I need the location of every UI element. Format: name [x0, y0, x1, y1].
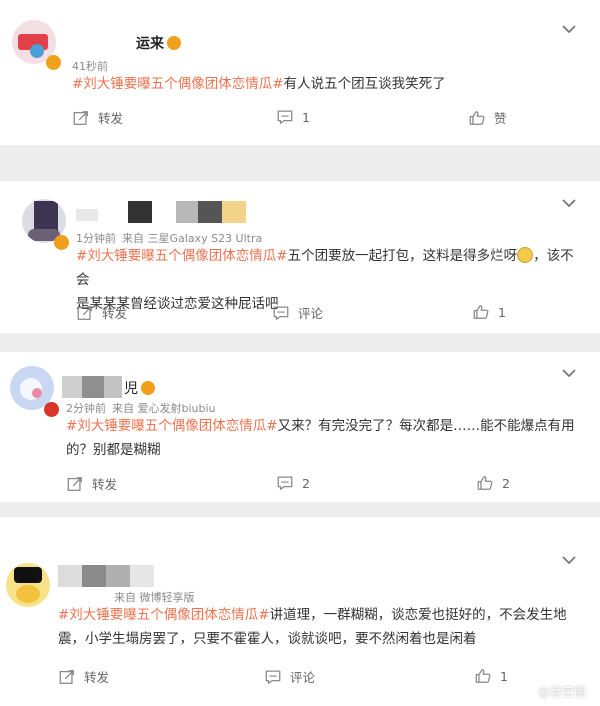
comment-text: #刘大锤要曝五个偶像团体恋情瓜#又来？有完没完了？每次都是……能不能爆点有用 的… — [66, 418, 575, 458]
like-icon — [472, 303, 490, 321]
like-button[interactable]: 赞 — [468, 108, 507, 127]
verified-badge-icon — [44, 402, 59, 417]
repost-button[interactable]: 转发 — [72, 108, 123, 127]
chevron-down-icon[interactable] — [560, 22, 578, 36]
comment-button[interactable]: 1 — [276, 108, 310, 126]
repost-button[interactable]: 转发 — [58, 667, 109, 686]
topic-link[interactable]: #刘大锤要曝五个偶像团体恋情瓜# — [58, 607, 270, 623]
vip-icon — [167, 36, 181, 50]
comment-card: 1分钟前 来自 三星Galaxy S23 Ultra #刘大锤要曝五个偶像团体恋情… — [0, 181, 600, 333]
watermark: @慧空丽 — [519, 683, 586, 700]
chevron-down-icon[interactable] — [560, 196, 578, 210]
comment-icon — [272, 304, 290, 322]
blurred-username — [76, 201, 246, 223]
topic-link[interactable]: #刘大锤要曝五个偶像团体恋情瓜# — [66, 418, 278, 434]
comment-card: 児 2分钟前 来自 爱心发射biubiu #刘大锤要曝五个偶像团体恋情瓜#又来？有… — [0, 352, 600, 502]
comment-card: 运来 41秒前 #刘大锤要曝五个偶像团体恋情瓜#有人说五个团互谈我笑死了 转发 … — [0, 0, 600, 145]
avatar[interactable] — [6, 563, 50, 607]
like-button[interactable]: 2 — [476, 474, 510, 492]
comment-button[interactable]: 评论 — [272, 303, 323, 322]
watermark-logo-icon — [519, 684, 534, 699]
repost-icon — [58, 668, 76, 686]
comment-card: 来自 微博轻享版 #刘大锤要曝五个偶像团体恋情瓜#讲道理，一群糊糊，谈恋爱也挺好… — [0, 517, 600, 706]
verified-badge-icon — [46, 55, 61, 70]
comment-text: #刘大锤要曝五个偶像团体恋情瓜#有人说五个团互谈我笑死了 — [72, 76, 446, 92]
repost-icon — [76, 304, 94, 322]
blurred-username — [58, 565, 154, 587]
vip-icon — [141, 381, 155, 395]
comment-icon — [276, 108, 294, 126]
username[interactable]: 児 — [124, 378, 155, 398]
repost-button[interactable]: 转发 — [66, 474, 117, 493]
comment-button[interactable]: 评论 — [264, 667, 315, 686]
like-icon — [468, 109, 486, 127]
repost-icon — [66, 475, 84, 493]
repost-icon — [72, 109, 90, 127]
topic-link[interactable]: #刘大锤要曝五个偶像团体恋情瓜# — [76, 248, 288, 264]
like-button[interactable]: 1 — [474, 667, 508, 685]
comment-text: #刘大锤要曝五个偶像团体恋情瓜#讲道理，一群糊糊，谈恋爱也挺好的，不会发生地 震… — [58, 607, 567, 647]
like-icon — [476, 474, 494, 492]
topic-link[interactable]: #刘大锤要曝五个偶像团体恋情瓜# — [72, 76, 284, 92]
emoji-icon — [517, 247, 534, 263]
like-icon — [474, 667, 492, 685]
comment-button[interactable]: 2 — [276, 474, 310, 492]
repost-button[interactable]: 转发 — [76, 303, 127, 322]
verified-badge-icon — [54, 235, 69, 250]
comment-icon — [264, 668, 282, 686]
comment-icon — [276, 474, 294, 492]
chevron-down-icon[interactable] — [560, 553, 578, 567]
blurred-username — [62, 376, 122, 398]
username[interactable]: 运来 — [136, 33, 181, 53]
chevron-down-icon[interactable] — [560, 366, 578, 380]
like-button[interactable]: 1 — [472, 303, 506, 321]
